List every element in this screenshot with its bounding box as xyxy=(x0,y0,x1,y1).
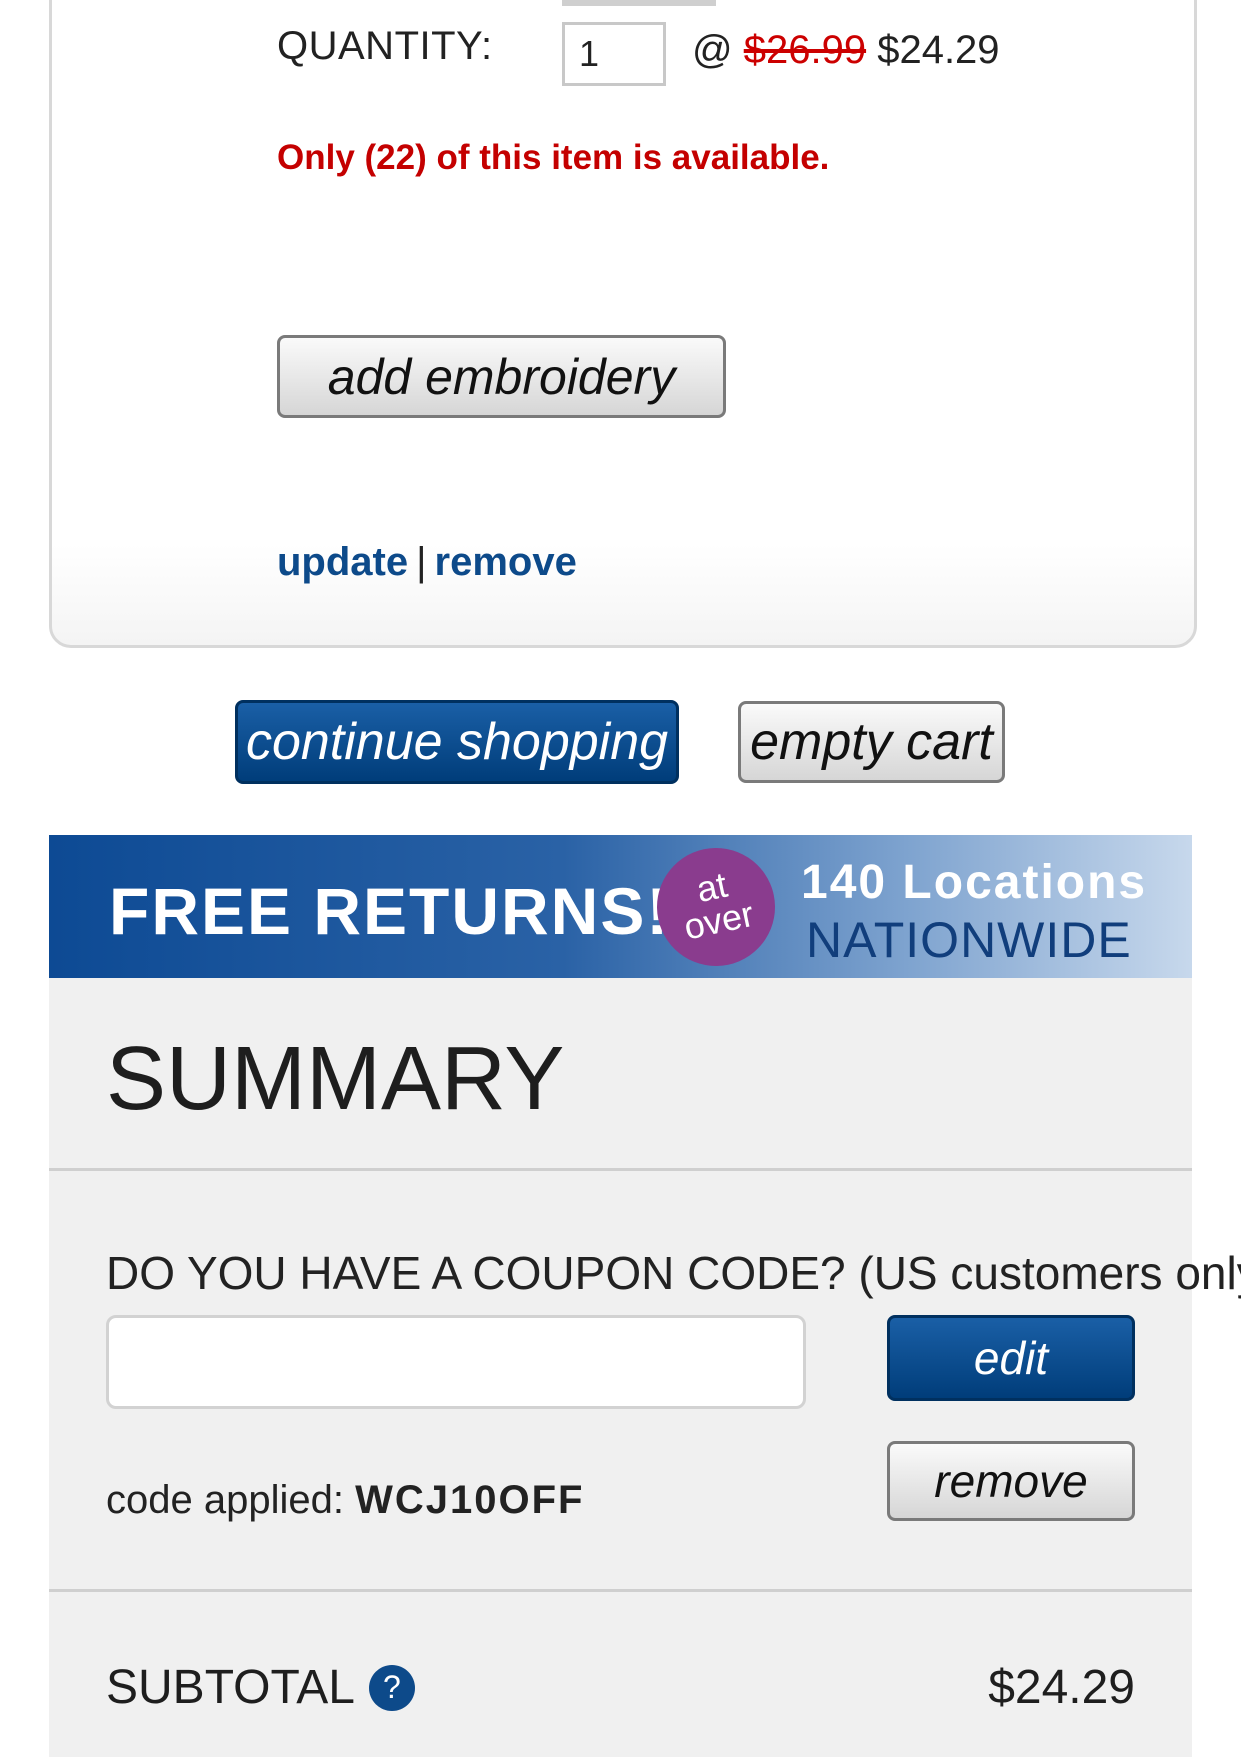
add-embroidery-button[interactable]: add embroidery xyxy=(277,335,726,418)
at-symbol: @ xyxy=(692,28,733,72)
code-applied-value: WCJ10OFF xyxy=(355,1478,585,1522)
summary-panel: SUMMARY DO YOU HAVE A COUPON CODE? (US c… xyxy=(49,978,1241,1757)
availability-message: Only (22) of this item is available. xyxy=(277,138,830,177)
subtotal-row-label: SUBTOTAL ? xyxy=(106,1660,415,1715)
original-price: $26.99 xyxy=(743,28,867,72)
banner-at-over-badge: at over xyxy=(646,837,786,977)
sale-price: $24.29 xyxy=(877,28,1000,72)
coupon-prompt: DO YOU HAVE A COUPON CODE? (US customers… xyxy=(106,1247,1241,1299)
code-applied: code applied: WCJ10OFF xyxy=(106,1478,584,1523)
link-separator: | xyxy=(416,540,427,584)
quantity-input[interactable] xyxy=(562,22,666,86)
card-top-tab xyxy=(562,0,716,6)
price-line: @ $26.99 $24.29 xyxy=(692,28,1000,73)
subtotal-label: SUBTOTAL xyxy=(106,1661,355,1714)
empty-cart-button[interactable]: empty cart xyxy=(738,701,1005,783)
quantity-label: QUANTITY: xyxy=(277,24,493,68)
coupon-edit-button[interactable]: edit xyxy=(887,1315,1135,1401)
cart-item-card xyxy=(49,0,1197,648)
summary-divider-top xyxy=(49,1168,1192,1171)
question-circle-icon[interactable]: ? xyxy=(368,1664,415,1711)
banner-free-returns: FREE RETURNS! xyxy=(109,874,671,948)
continue-shopping-button[interactable]: continue shopping xyxy=(235,700,679,784)
code-applied-label: code applied: xyxy=(106,1478,344,1522)
banner-locations: 140 Locations xyxy=(801,856,1148,909)
item-links: update | remove xyxy=(277,540,577,585)
coupon-code-input[interactable] xyxy=(106,1315,806,1409)
summary-title: SUMMARY xyxy=(106,1029,565,1129)
subtotal-value: $24.29 xyxy=(988,1661,1135,1714)
banner-nationwide: NATIONWIDE xyxy=(806,912,1132,968)
update-link[interactable]: update xyxy=(277,540,408,584)
remove-item-link[interactable]: remove xyxy=(435,540,577,584)
free-returns-banner[interactable]: FREE RETURNS! at over 140 Locations NATI… xyxy=(49,835,1192,978)
coupon-remove-button[interactable]: remove xyxy=(887,1441,1135,1521)
summary-divider-bottom xyxy=(49,1589,1192,1592)
